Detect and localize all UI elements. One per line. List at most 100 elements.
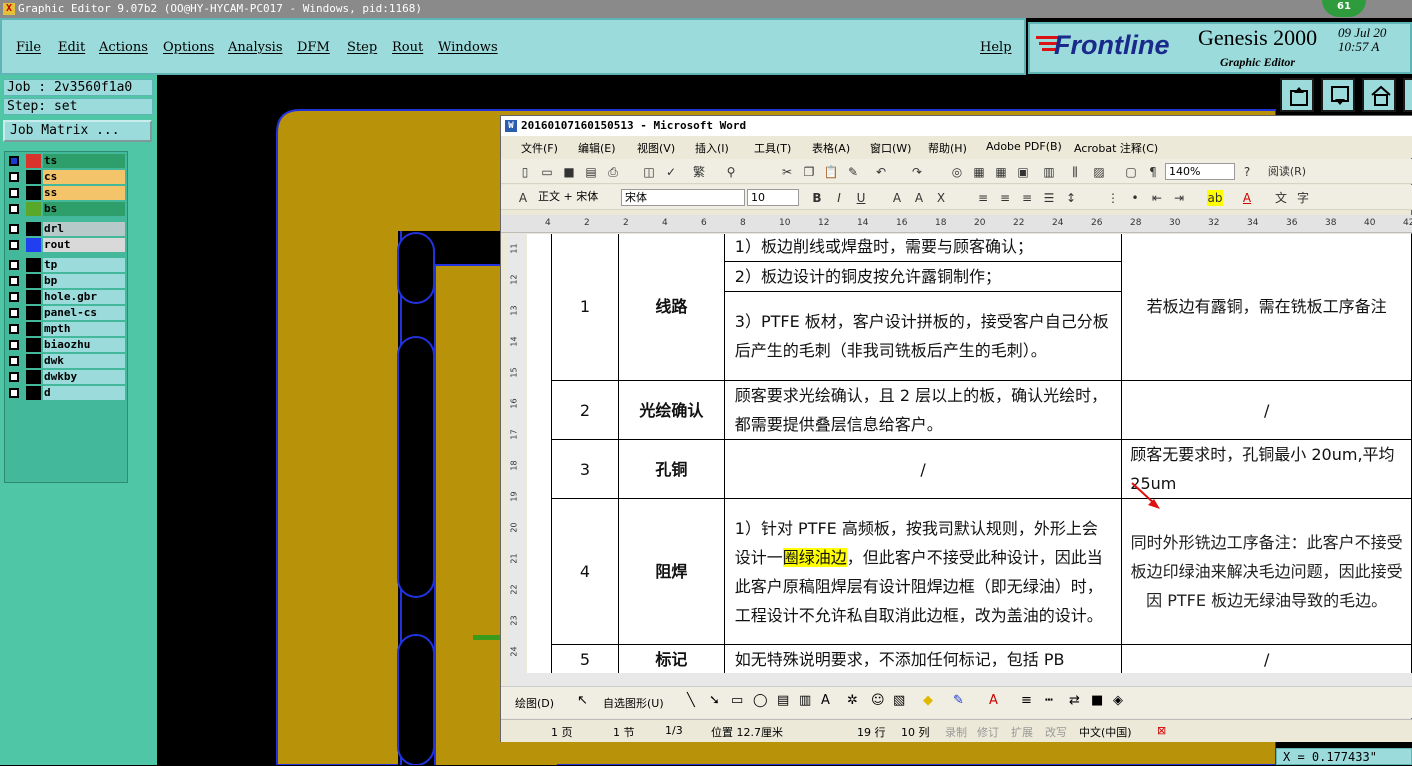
increase-indent-icon[interactable]: ⇥	[1171, 190, 1187, 206]
layer-row[interactable]: rout	[7, 238, 127, 252]
layer-checkbox[interactable]	[9, 188, 19, 198]
layer-color-swatch[interactable]	[26, 386, 41, 400]
word-menu-adobe-pdf[interactable]: Adobe PDF(B)	[986, 140, 1062, 153]
layer-name[interactable]: d	[43, 386, 125, 400]
horizontal-scrollbar[interactable]	[599, 673, 1412, 687]
layer-checkbox[interactable]	[9, 224, 19, 234]
layer-row[interactable]: dwkby	[7, 370, 127, 384]
layer-row[interactable]: biaozhu	[7, 338, 127, 352]
bullets-icon[interactable]: •	[1127, 190, 1143, 206]
style-select[interactable]: 正文 + 宋体	[535, 189, 617, 206]
layer-row[interactable]: drl	[7, 222, 127, 236]
doc-map-icon[interactable]: ▨	[1091, 164, 1107, 180]
layer-row[interactable]: hole.gbr	[7, 290, 127, 304]
layer-name[interactable]: dwk	[43, 354, 125, 368]
layer-checkbox[interactable]	[9, 388, 19, 398]
fill-color-icon[interactable]: ◆	[923, 693, 933, 708]
italic-icon[interactable]: I	[831, 190, 847, 206]
highlight-icon[interactable]: ab	[1207, 190, 1223, 206]
status-overtype[interactable]: 改写	[1045, 724, 1067, 740]
size-select[interactable]: 10	[747, 189, 799, 206]
menu-step[interactable]: Step	[347, 40, 377, 55]
layer-checkbox[interactable]	[9, 292, 19, 302]
view-mode-bar[interactable]	[507, 673, 599, 687]
undo-icon[interactable]: ↶	[873, 164, 889, 180]
word-window[interactable]: W 20160107160150513 - Microsoft Word 文件(…	[500, 115, 1412, 742]
layer-color-swatch[interactable]	[26, 258, 41, 272]
char-border-icon[interactable]: A	[889, 190, 905, 206]
upload-button[interactable]	[1280, 78, 1314, 112]
status-record[interactable]: 录制	[945, 724, 967, 740]
menu-options[interactable]: Options	[163, 40, 214, 55]
layer-row[interactable]: panel-cs	[7, 306, 127, 320]
layer-row[interactable]: cs	[7, 170, 127, 184]
justify-icon[interactable]: ☰	[1041, 190, 1057, 206]
layer-color-swatch[interactable]	[26, 370, 41, 384]
layer-row[interactable]: mpth	[7, 322, 127, 336]
read-mode-button[interactable]: 阅读(R)	[1257, 164, 1317, 180]
help-icon[interactable]: ?	[1239, 164, 1255, 180]
download-button[interactable]	[1321, 78, 1355, 112]
font-color-icon[interactable]: A	[1239, 190, 1255, 206]
oval-icon[interactable]: ◯	[753, 693, 768, 708]
line-spacing-icon[interactable]: ↕	[1063, 190, 1079, 206]
insert-table-icon[interactable]: ▦	[993, 164, 1009, 180]
dash-style-icon[interactable]: ┅	[1045, 693, 1053, 708]
word-menu-insert[interactable]: 插入(I)	[695, 140, 729, 156]
layer-checkbox[interactable]	[9, 276, 19, 286]
drawing-icon[interactable]: ⫼	[1067, 164, 1083, 180]
layer-checkbox[interactable]	[9, 240, 19, 250]
layer-checkbox[interactable]	[9, 260, 19, 270]
underline-icon[interactable]: U	[853, 190, 869, 206]
layer-color-swatch[interactable]	[26, 322, 41, 336]
layer-color-swatch[interactable]	[26, 290, 41, 304]
line-style-icon[interactable]: ≡	[1021, 693, 1032, 708]
word-menu-window[interactable]: 窗口(W)	[870, 140, 911, 156]
layer-name[interactable]: ts	[43, 154, 125, 168]
layer-name[interactable]: dwkby	[43, 370, 125, 384]
diagram-icon[interactable]: ✲	[847, 693, 858, 708]
layer-checkbox[interactable]	[9, 356, 19, 366]
align-right-icon[interactable]: ≡	[1019, 190, 1035, 206]
draw-font-color-icon[interactable]: A	[989, 693, 998, 708]
layer-checkbox[interactable]	[9, 324, 19, 334]
format-painter-icon[interactable]: ✎	[845, 164, 861, 180]
layer-color-swatch[interactable]	[26, 202, 41, 216]
layer-checkbox[interactable]	[9, 204, 19, 214]
permission-icon[interactable]: ▤	[583, 164, 599, 180]
line-icon[interactable]: ╲	[687, 693, 695, 708]
rectangle-icon[interactable]: ▭	[731, 693, 743, 708]
menu-dfm[interactable]: DFM	[297, 40, 330, 55]
decrease-indent-icon[interactable]: ⇤	[1149, 190, 1165, 206]
textbox-icon[interactable]: ▤	[777, 693, 789, 708]
layer-name[interactable]: mpth	[43, 322, 125, 336]
align-left-icon[interactable]: ≡	[975, 190, 991, 206]
wordart-icon[interactable]: A	[821, 693, 830, 708]
horizontal-ruler[interactable]: 4 2 2 4 6 8 10 12 14 16 18 20 22 24 26 28 30 32 34 36 38 40 42	[501, 215, 1412, 233]
draw-menu[interactable]: 绘图(D)	[515, 695, 554, 711]
layer-checkbox[interactable]	[9, 308, 19, 318]
show-hide-icon[interactable]: ¶	[1145, 164, 1161, 180]
vertical-ruler[interactable]: 11 12 13 14 15 16 17 18 19 20 21 22 23 24	[507, 234, 525, 686]
layer-name[interactable]: ss	[43, 186, 125, 200]
word-menu-help[interactable]: 帮助(H)	[928, 140, 967, 156]
insert-excel-icon[interactable]: ▣	[1015, 164, 1031, 180]
autoshapes-menu[interactable]: 自选图形(U)	[603, 695, 664, 711]
menu-file[interactable]: File	[16, 40, 41, 55]
thumbnail-icon[interactable]: ▢	[1123, 164, 1139, 180]
word-menu-table[interactable]: 表格(A)	[812, 140, 850, 156]
layer-checkbox[interactable]	[9, 172, 19, 182]
styles-icon[interactable]: A	[515, 190, 531, 206]
zoom-select[interactable]: 140%	[1165, 163, 1235, 180]
layer-name[interactable]: drl	[43, 222, 125, 236]
shadow-icon[interactable]: ■	[1091, 693, 1103, 708]
status-track[interactable]: 修订	[977, 724, 999, 740]
layer-row[interactable]: dwk	[7, 354, 127, 368]
layer-color-swatch[interactable]	[26, 338, 41, 352]
layer-color-swatch[interactable]	[26, 354, 41, 368]
menu-analysis[interactable]: Analysis	[228, 40, 283, 55]
char-scale-icon[interactable]: X	[933, 190, 949, 206]
align-center-icon[interactable]: ≡	[997, 190, 1013, 206]
layer-row[interactable]: ts	[7, 154, 127, 168]
layer-color-swatch[interactable]	[26, 154, 41, 168]
